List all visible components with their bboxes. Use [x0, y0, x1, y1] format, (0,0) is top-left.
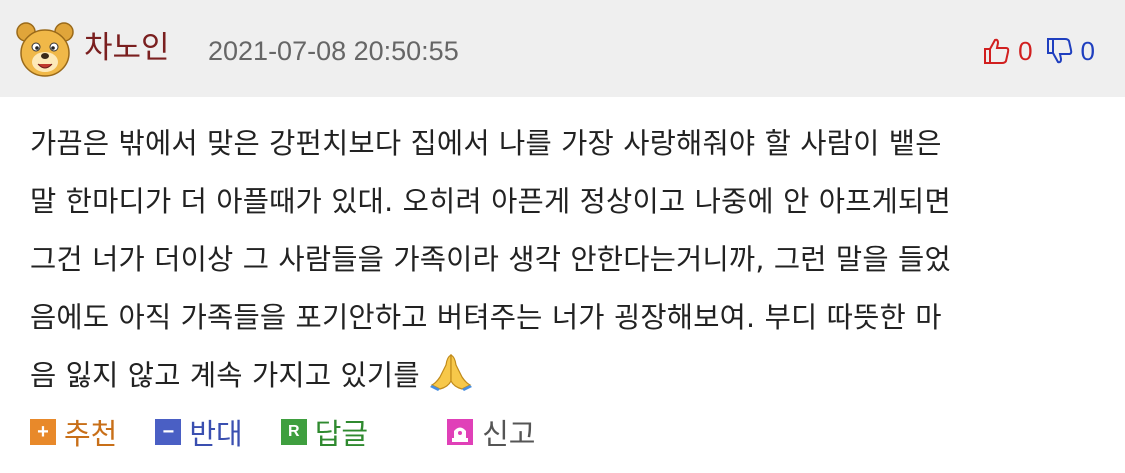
comment-line: 그건 너가 더이상 그 사람들을 가족이라 생각 안한다는거니까, 그런 말을 …	[30, 243, 951, 276]
folded-hands-icon	[429, 354, 472, 391]
report-button[interactable]: 신고	[446, 411, 536, 453]
recommend-button[interactable]: + 추천	[30, 411, 117, 453]
report-label: 신고	[482, 417, 536, 451]
comment-line: 음 잃지 않고 계속 가지고 있기를	[30, 359, 420, 392]
vote-controls: 0 0	[982, 31, 1095, 71]
comment-line: 말 한마디가 더 아플때가 있대. 오히려 아픈게 정상이고 나중에 안 아프게…	[30, 185, 951, 218]
comment-body: 가끔은 밖에서 맞은 강펀치보다 집에서 나를 가장 사랑해줘야 할 사람이 뱉…	[30, 115, 1115, 405]
reply-label: 답글	[314, 417, 369, 451]
comment-timestamp: 2021-07-08 20:50:55	[208, 36, 459, 66]
reply-button[interactable]: R 답글	[280, 411, 369, 453]
comment-header: 차노인 2021-07-08 20:50:55 0 0	[0, 0, 1125, 97]
comment-line: 가끔은 밖에서 맞은 강펀치보다 집에서 나를 가장 사랑해줘야 할 사람이 뱉…	[30, 127, 942, 160]
comment-line: 음에도 아직 가족들을 포기안하고 버텨주는 너가 굉장해보여. 부디 따뜻한 …	[30, 301, 942, 334]
plus-icon: +	[30, 419, 56, 445]
oppose-label: 반대	[189, 417, 243, 451]
reply-icon: R	[280, 419, 307, 445]
thumbs-up-icon[interactable]	[982, 36, 1012, 66]
downvote-count: 0	[1080, 35, 1095, 66]
comment-author[interactable]: 차노인	[84, 28, 170, 68]
comment-actions: + 추천 − 반대 R 답글 신고	[30, 410, 574, 454]
minus-icon: −	[155, 419, 182, 445]
comment-last-line-row: 음 잃지 않고 계속 가지고 있기를	[30, 347, 1115, 405]
thumbs-down-icon[interactable]	[1045, 36, 1075, 66]
oppose-button[interactable]: − 반대	[155, 411, 243, 453]
bear-avatar-icon[interactable]	[14, 20, 76, 82]
siren-icon	[447, 419, 474, 445]
upvote-count: 0	[1018, 35, 1033, 66]
recommend-label: 추천	[64, 417, 118, 451]
